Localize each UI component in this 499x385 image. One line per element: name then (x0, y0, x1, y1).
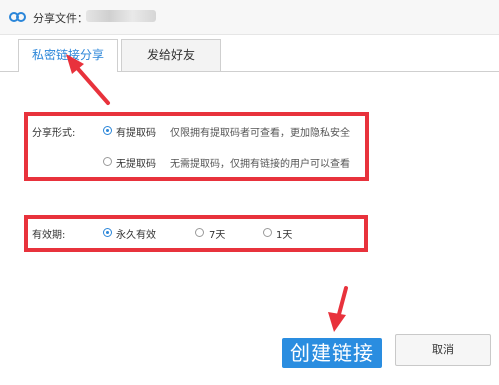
validity-label: 有效期: (32, 230, 66, 241)
option-with-code-label[interactable]: 有提取码 (116, 124, 156, 139)
option-permanent-label[interactable]: 永久有效 (116, 226, 156, 241)
share-form-label: 分享形式: (32, 128, 76, 139)
annotation-arrows (66, 54, 348, 332)
radio-1-day[interactable] (263, 228, 272, 237)
create-link-button[interactable]: 创建链接 (282, 338, 382, 368)
radio-permanent[interactable] (103, 228, 112, 237)
radio-with-code[interactable] (103, 126, 112, 135)
option-1-day-label[interactable]: 1天 (276, 226, 292, 241)
option-without-code-label[interactable]: 无提取码 (116, 155, 156, 170)
radio-7-days[interactable] (195, 228, 204, 237)
option-without-code-description: 无需提取码，仅拥有链接的用户可以查看 (170, 159, 350, 170)
share-form-highlight (24, 112, 369, 181)
radio-without-code[interactable] (103, 157, 112, 166)
cancel-button[interactable]: 取消 (395, 334, 491, 366)
option-7-days-label[interactable]: 7天 (209, 226, 225, 241)
option-with-code-description: 仅限拥有提取码者可查看，更加隐私安全 (170, 128, 350, 139)
